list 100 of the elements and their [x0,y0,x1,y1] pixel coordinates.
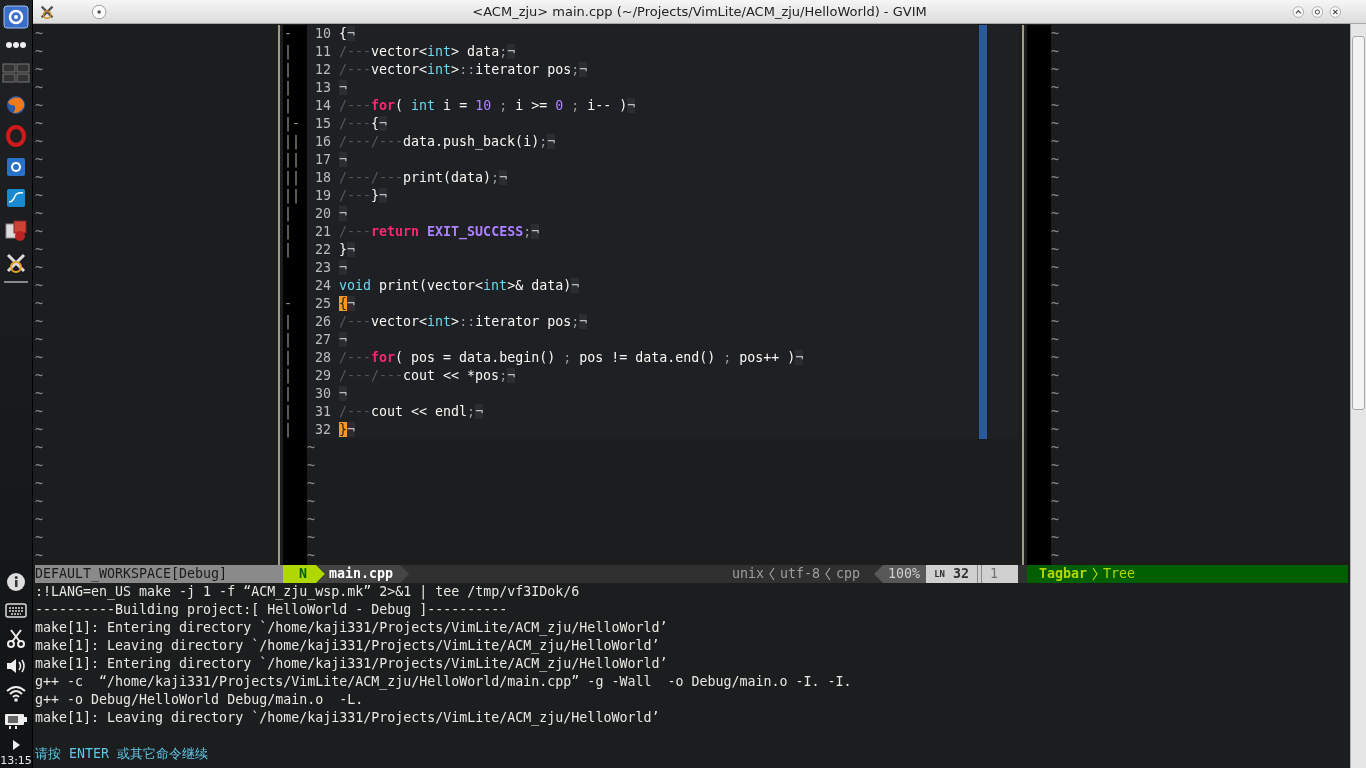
empty-line-marker: ~ [35,115,43,133]
empty-line-marker: ~ [35,385,43,403]
empty-line-marker: ~ [35,403,43,421]
code-line: /---}¬ [339,188,388,203]
fold-marker: | [284,205,292,223]
empty-line-marker: ~ [1051,223,1059,241]
empty-line-marker: ~ [1051,187,1059,205]
empty-line-marker: ~ [1051,421,1059,439]
empty-line-marker: ~ [35,457,43,475]
package-icon[interactable] [4,218,28,242]
fold-marker: - [284,25,292,43]
empty-line-marker: ~ [1051,259,1059,277]
empty-line-marker: ~ [1051,97,1059,115]
fold-marker: | [284,43,292,61]
speaker-icon[interactable] [5,657,27,675]
ring-icon[interactable] [5,125,27,147]
scroll-percent: 100% [874,565,927,583]
empty-line-marker: ~ [1051,349,1059,367]
empty-line-marker: ~ [35,133,43,151]
code-line: {¬ [339,26,356,41]
empty-line-marker: ~ [35,97,43,115]
empty-line-marker: ~ [307,457,315,475]
empty-line-marker: ~ [35,547,43,565]
keyboard-icon[interactable] [5,601,27,619]
file-name: main.cpp [317,565,410,583]
empty-line-marker: ~ [1051,367,1059,385]
line-number: 22 [315,241,331,259]
empty-line-marker: ~ [35,313,43,331]
empty-line-marker: ~ [35,61,43,79]
code-line: /---for( pos = data.begin() ; pos != data.end() ; pos++ )¬ [339,350,804,365]
output-line: make[1]: Leaving directory `/home/kaji331/Projects/VimLite/ACM_zju/HelloWorld’ [35,709,660,727]
wifi-icon[interactable] [5,684,27,702]
fold-marker: | [284,421,292,439]
empty-line-marker: ~ [35,205,43,223]
empty-line-marker: ~ [1051,385,1059,403]
fold-marker: | [284,367,292,385]
empty-line-marker: ~ [35,475,43,493]
empty-line-marker: ~ [307,529,315,547]
scrollbar[interactable] [1350,24,1366,768]
info-icon[interactable] [6,572,26,592]
empty-line-marker: ~ [1051,529,1059,547]
fold-marker: - [284,295,292,313]
empty-line-marker: ~ [35,43,43,61]
expand-arrow-icon[interactable] [10,738,22,752]
desktop-grid-icon[interactable] [2,61,30,85]
window-title: <ACM_zju> main.cpp (~/Projects/VimLite/ACM_zju/HelloWorld) - GVIM [471,4,928,19]
crossed-tools-icon[interactable] [4,251,28,275]
code-line: /---{¬ [339,116,388,131]
empty-line-marker: ~ [1051,61,1059,79]
mode-indicator: N [283,565,325,583]
line-number: 13 [315,79,331,97]
line-number: 14 [315,97,331,115]
output-line: make[1]: Leaving directory `/home/kaji331/Projects/VimLite/ACM_zju/HelloWorld’ [35,637,660,655]
column-number: 1 [990,565,998,583]
scissors-icon[interactable] [6,628,26,648]
empty-line-marker: ~ [1051,547,1059,565]
line-number: 30 [315,385,331,403]
line-number: 21 [315,223,331,241]
line-number: 26 [315,313,331,331]
file-format: unix [731,565,766,583]
empty-line-marker: ~ [1051,241,1059,259]
line-number: 20 [315,205,331,223]
empty-line-marker: ~ [35,439,43,457]
clock[interactable]: 13:15 [0,754,32,767]
empty-line-marker: ~ [307,511,315,529]
empty-line-marker: ~ [1051,493,1059,511]
line-number: 19 [315,187,331,205]
empty-line-marker: ~ [1051,169,1059,187]
fold-marker: | [284,403,292,421]
empty-line-marker: ~ [1051,457,1059,475]
empty-line-marker: ~ [1051,403,1059,421]
empty-line-marker: ~ [35,259,43,277]
browser-icon[interactable] [5,156,27,178]
fold-marker: | [284,385,292,403]
code-line: /---vector<int> data;¬ [339,44,516,59]
empty-line-marker: ~ [35,367,43,385]
code-line: /---for( int i = 10 ; i >= 0 ; i-- )¬ [339,98,636,113]
line-number: 27 [315,331,331,349]
waveform-app-icon[interactable] [5,187,27,209]
empty-line-marker: ~ [35,223,43,241]
empty-line-marker: ~ [35,493,43,511]
fold-marker: | [284,331,292,349]
empty-line-marker: ~ [35,151,43,169]
app-menu-icon[interactable] [3,5,29,29]
empty-line-marker: ~ [35,529,43,547]
empty-line-marker: ~ [35,511,43,529]
line-number: 23 [315,259,331,277]
empty-line-marker: ~ [1051,133,1059,151]
line-number: 11 [315,43,331,61]
menu-button[interactable] [90,2,107,21]
file-encoding: utf-8 [779,565,822,583]
chevron-icon [768,565,777,583]
scrollbar-thumb[interactable] [1352,36,1365,410]
empty-line-marker: ~ [1051,439,1059,457]
battery-icon[interactable] [4,711,28,729]
empty-line-marker: ~ [1051,277,1059,295]
empty-line-marker: ~ [1051,511,1059,529]
empty-line-marker: ~ [35,241,43,259]
globe-icon[interactable] [5,94,27,116]
fold-marker: | [284,313,292,331]
